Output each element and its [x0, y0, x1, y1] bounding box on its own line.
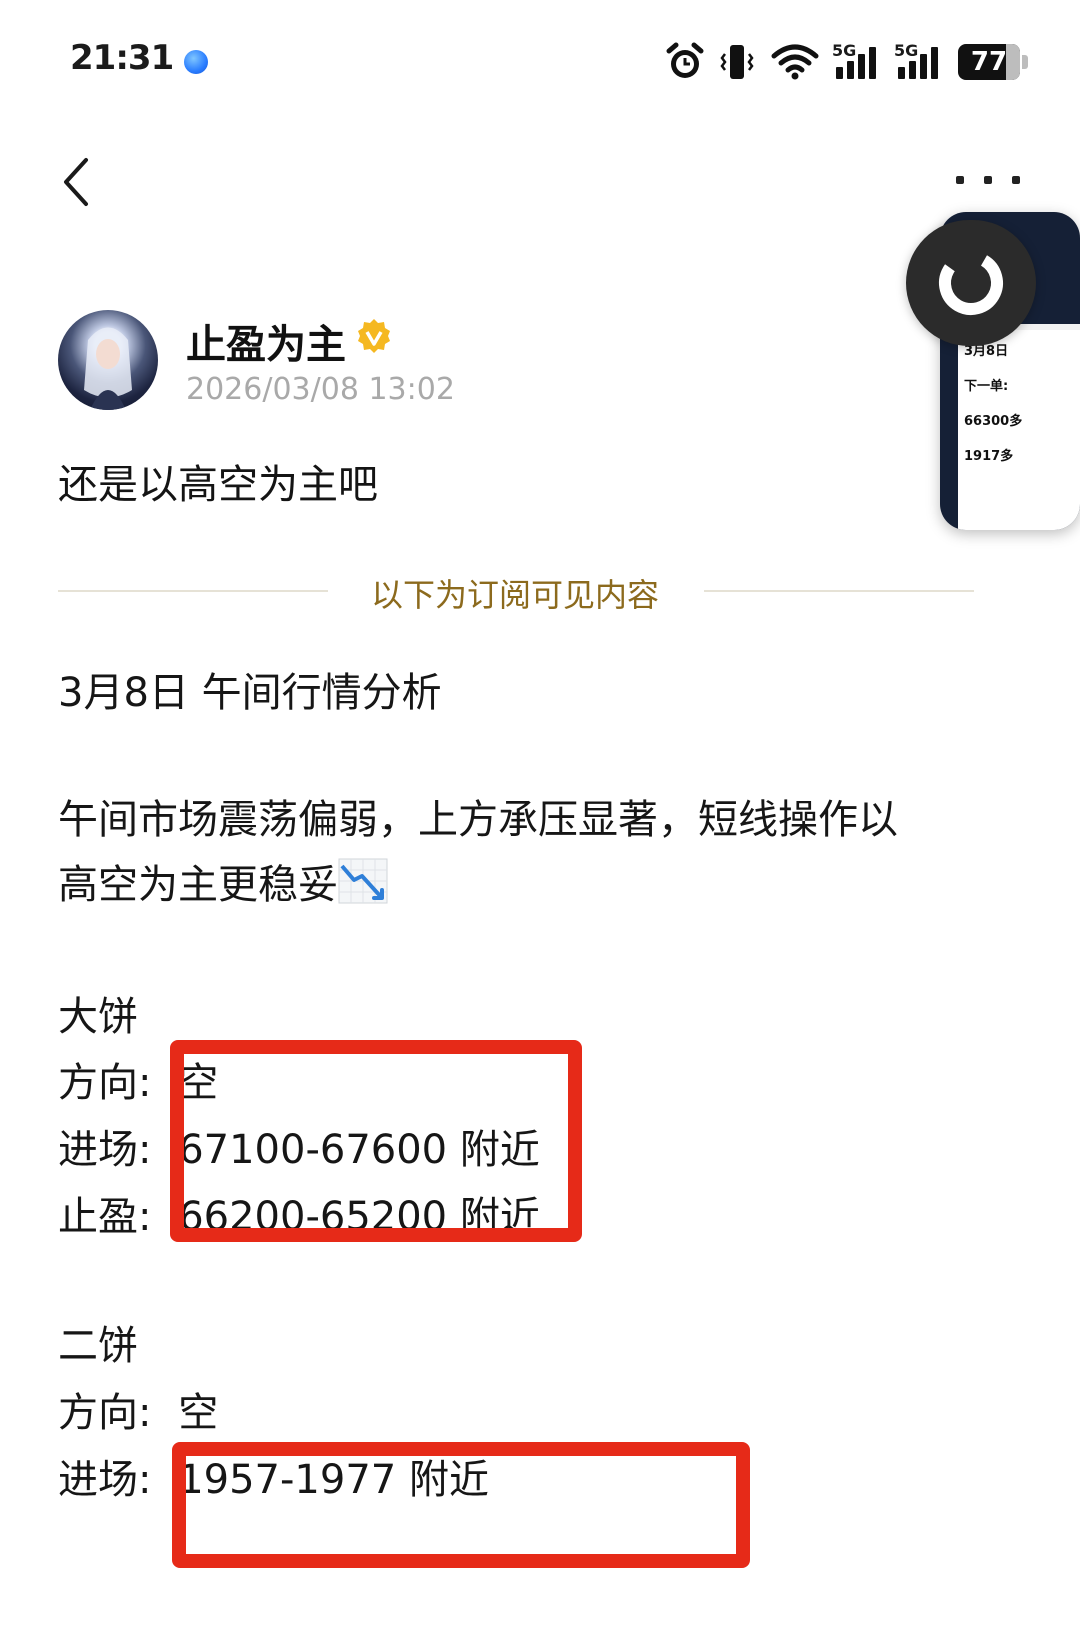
direction-label: 方向:	[58, 1060, 152, 1106]
app-status-icon	[184, 50, 208, 74]
direction-label: 方向:	[58, 1390, 152, 1436]
status-icons: 5G 5G 77	[666, 40, 1028, 84]
direction-row: 方向: 空	[58, 1380, 218, 1438]
subscription-divider-label: 以下为订阅可见内容	[370, 576, 659, 614]
highlight-box	[172, 1442, 750, 1568]
battery-icon: 77	[958, 44, 1028, 80]
paragraph-line: 高空为主更稳妥	[58, 852, 388, 910]
entry-label: 进场:	[58, 1457, 152, 1503]
more-options-button[interactable]	[956, 165, 1020, 195]
more-horizontal-icon	[956, 176, 964, 184]
vibrate-icon	[718, 42, 756, 82]
floating-bubble-button[interactable]	[906, 220, 1036, 346]
verified-badge-icon	[356, 318, 392, 354]
author-avatar[interactable]	[58, 310, 158, 410]
signal-icon: 5G	[894, 41, 944, 79]
chart-decreasing-icon	[338, 858, 388, 904]
floating-line: 下一单:	[964, 379, 1009, 394]
direction-value: 空	[178, 1390, 219, 1436]
divider-line-left	[58, 590, 328, 592]
alarm-icon	[666, 42, 704, 82]
highlight-box	[170, 1040, 582, 1242]
divider-line-right	[704, 590, 974, 592]
take-profit-label: 止盈:	[58, 1194, 152, 1240]
floating-window-content: 3月8日 下一单: 66300多 1917多	[958, 330, 1080, 530]
floating-line: 66300多	[964, 414, 1023, 429]
floating-line: 1917多	[964, 449, 1014, 464]
post-lead-text: 还是以高空为主吧	[58, 462, 378, 508]
author-name[interactable]: 止盈为主	[186, 312, 346, 370]
loading-ring-icon	[939, 251, 1003, 316]
status-time: 21:31	[70, 38, 174, 78]
back-button[interactable]	[54, 152, 104, 212]
post-date: 2026/03/08 13:02	[186, 372, 455, 407]
paragraph-line: 午间市场震荡偏弱，上方承压显著，短线操作以	[58, 797, 898, 843]
entry-label: 进场:	[58, 1127, 152, 1173]
wifi-icon	[770, 42, 820, 82]
section-title: 二饼	[58, 1323, 138, 1369]
battery-level: 77	[970, 47, 1008, 77]
signal-icon: 5G	[832, 41, 882, 79]
section-title: 大饼	[58, 994, 138, 1040]
floating-window[interactable]: 3月8日 下一单: 66300多 1917多	[906, 212, 1080, 530]
post-title: 3月8日 午间行情分析	[58, 670, 442, 716]
chevron-left-icon	[64, 158, 88, 206]
